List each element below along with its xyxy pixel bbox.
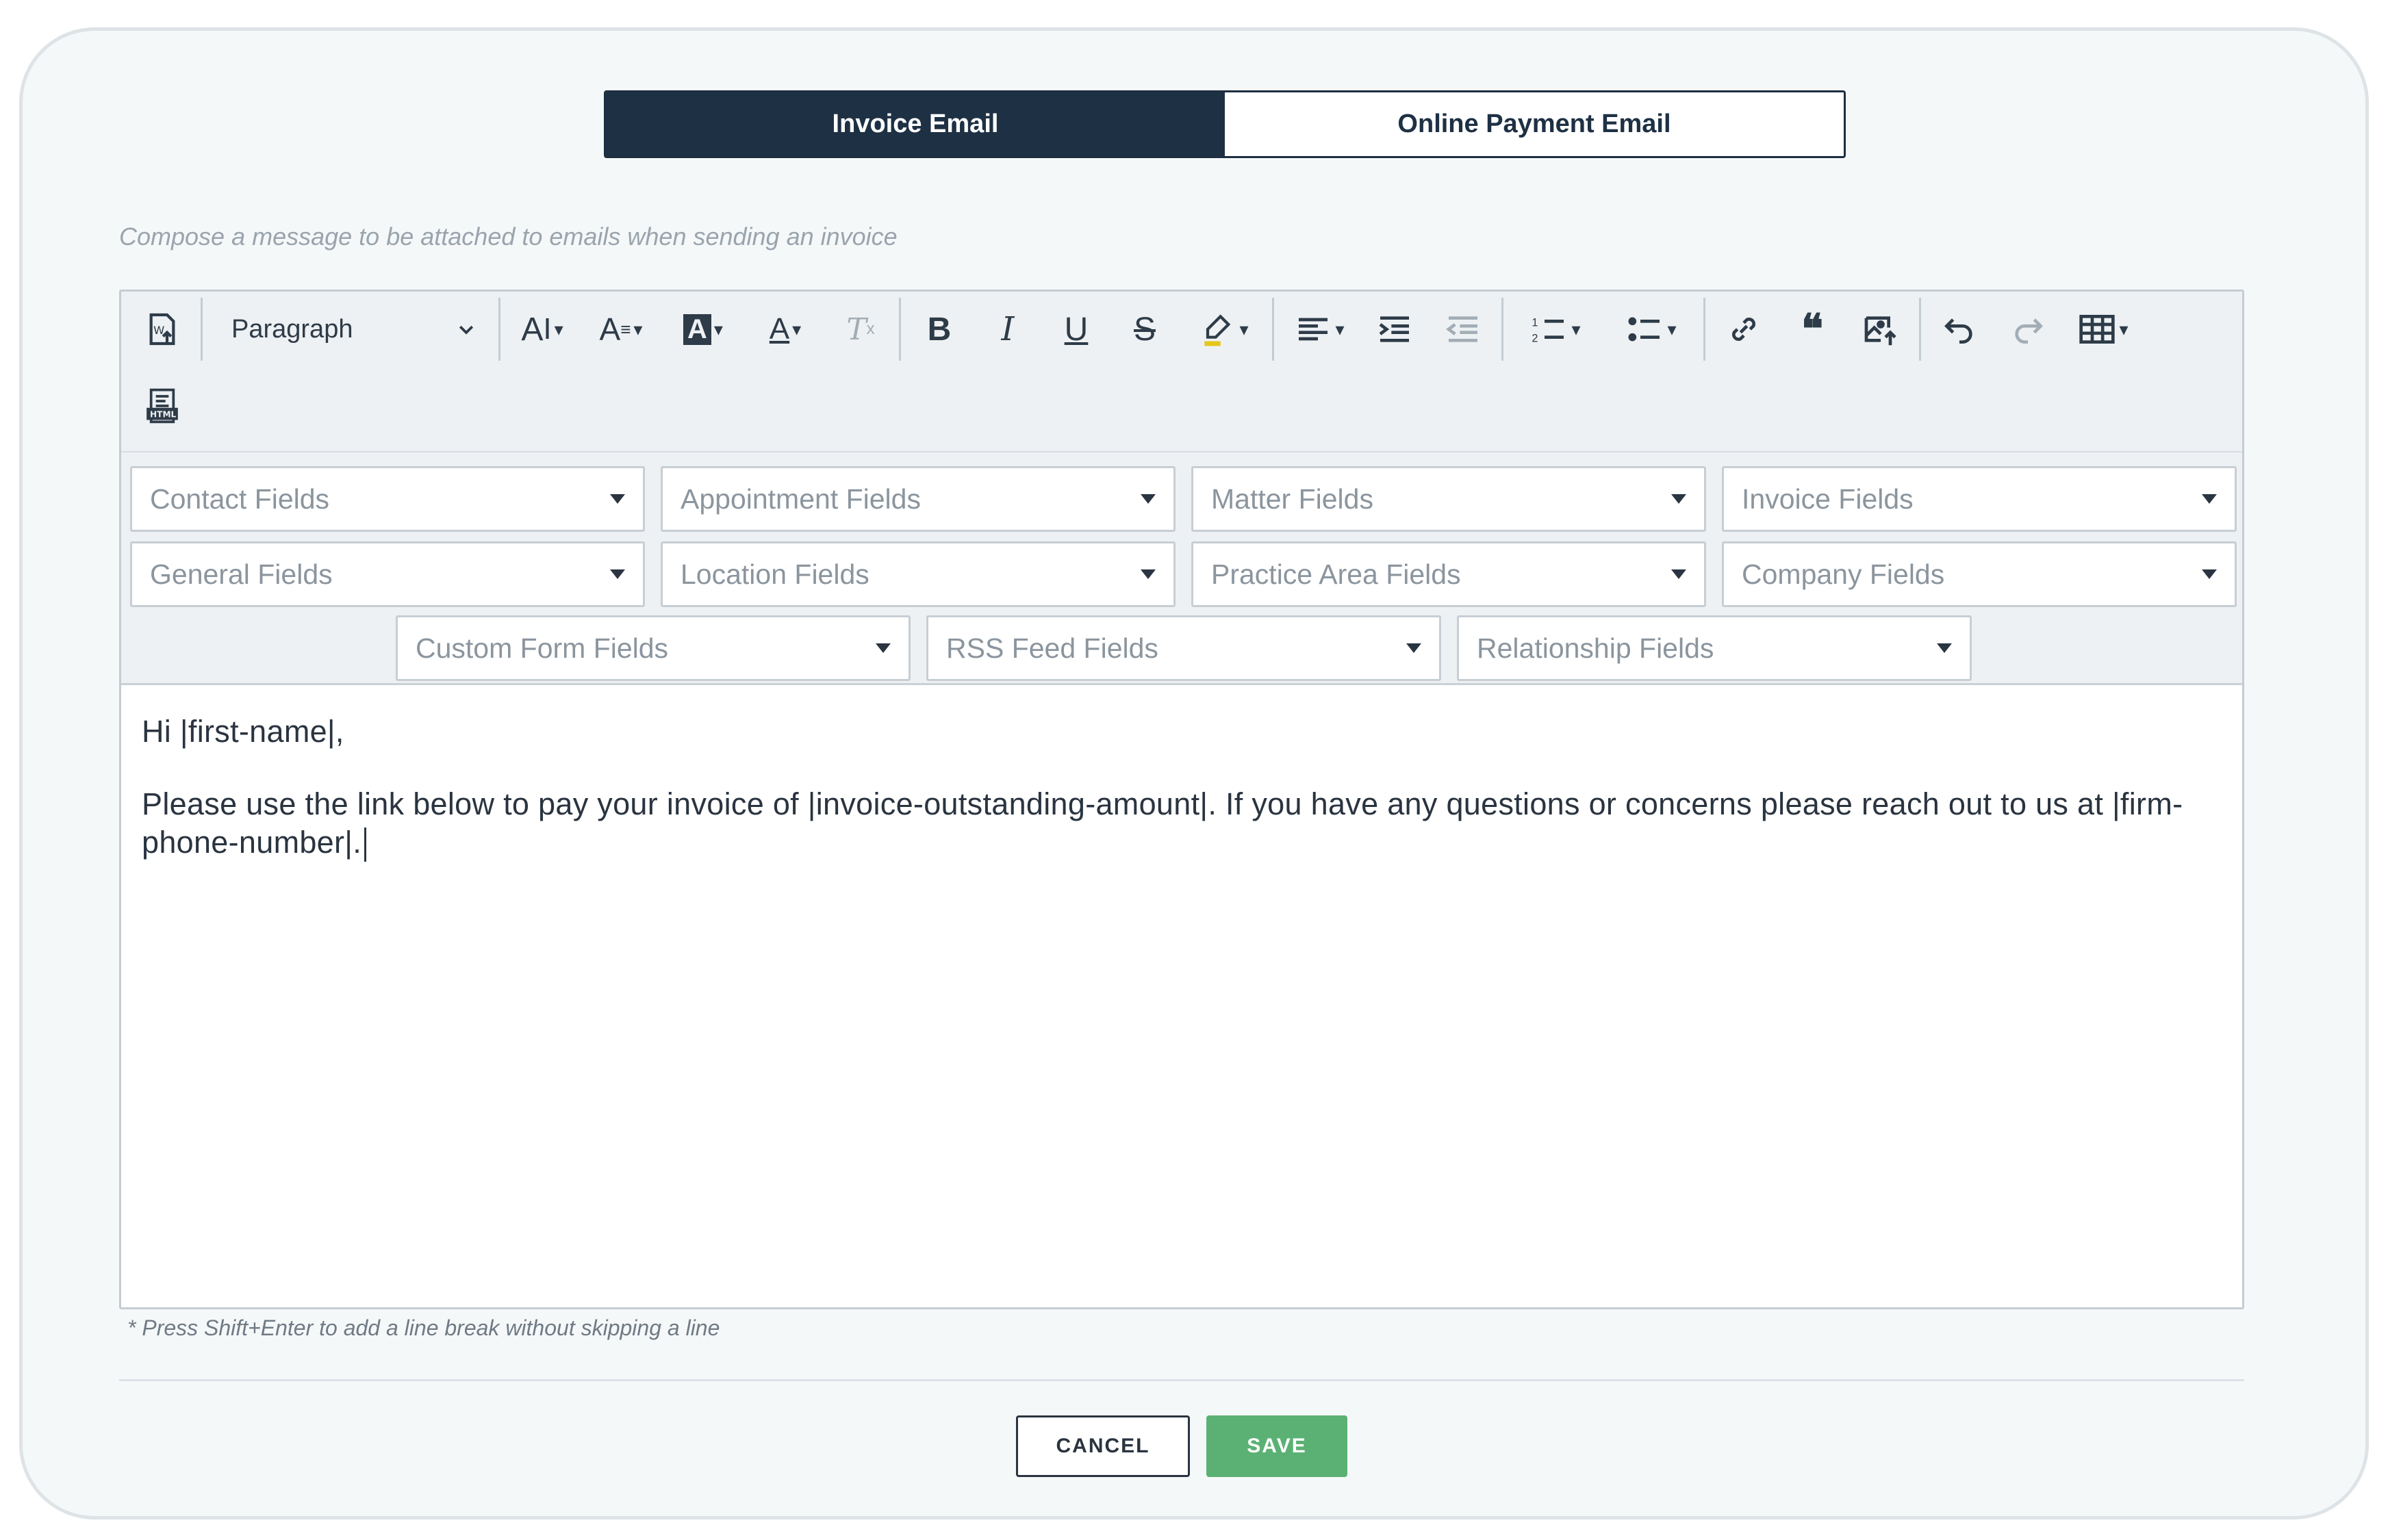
strikethrough-icon[interactable]: S [1110,298,1179,360]
invoice-fields-dropdown[interactable]: Invoice Fields [1722,466,2237,532]
paragraph-format-select[interactable]: Paragraph [207,298,494,360]
practice-area-fields-dropdown[interactable]: Practice Area Fields [1191,541,1706,607]
font-background-color-icon[interactable]: A ▾ [662,298,744,360]
save-button[interactable]: SAVE [1206,1415,1347,1477]
link-icon[interactable] [1710,298,1778,360]
numbered-list-icon[interactable]: 1 2 ▾ [1508,298,1603,360]
svg-text:HTML: HTML [150,409,176,419]
svg-text:2: 2 [1532,333,1538,345]
caret-down-icon [1406,643,1421,653]
underline-icon[interactable]: U [1042,298,1110,360]
greeting-line: Hi |first-name|, [142,714,344,749]
divider [119,1379,2244,1381]
compose-description: Compose a message to be attached to emai… [119,222,898,251]
table-icon[interactable]: ▾ [2062,298,2144,360]
bold-icon[interactable]: B [905,298,974,360]
outdent-icon[interactable] [1429,298,1497,360]
caret-down-icon [1671,569,1686,579]
caret-down-icon [610,569,625,579]
cancel-button[interactable]: CANCEL [1016,1415,1190,1477]
tab-online-payment-email[interactable]: Online Payment Email [1225,92,1844,156]
font-color-icon[interactable]: A ▾ [744,298,826,360]
email-type-tabs: Invoice Email Online Payment Email [604,90,1846,158]
blockquote-icon[interactable]: ❝ [1778,298,1846,360]
rss-feed-fields-dropdown[interactable]: RSS Feed Fields [926,615,1441,681]
highlight-icon[interactable]: ▾ [1179,298,1268,360]
text-cursor [364,827,367,862]
remove-format-icon[interactable]: Tx [826,298,895,360]
caret-down-icon [1141,569,1156,579]
relationship-fields-dropdown[interactable]: Relationship Fields [1457,615,1972,681]
general-fields-dropdown[interactable]: General Fields [130,541,645,607]
bulleted-list-icon[interactable]: ▾ [1603,298,1699,360]
editor-toolbar: W Paragraph A I ▾ A ≡ ▾ A ▾ A ▾ Tx B I U S ▾ ▾ [121,292,2242,452]
align-icon[interactable]: ▾ [1278,298,1360,360]
custom-form-fields-dropdown[interactable]: Custom Form Fields [396,615,911,681]
caret-down-icon [1671,494,1686,504]
merge-fields-panel: Contact Fields Appointment Fields Matter… [121,452,2242,685]
line-break-hint: * Press Shift+Enter to add a line break … [127,1316,720,1340]
editor-content-area[interactable]: Hi |first-name|, Please use the link bel… [121,685,2242,889]
appointment-fields-dropdown[interactable]: Appointment Fields [661,466,1176,532]
caret-down-icon [610,494,625,504]
contact-fields-dropdown[interactable]: Contact Fields [130,466,645,532]
insert-image-icon[interactable] [1846,298,1915,360]
italic-icon[interactable]: I [974,298,1042,360]
body-line: Please use the link below to pay your in… [142,785,2222,862]
redo-icon[interactable] [1994,298,2062,360]
tab-invoice-email[interactable]: Invoice Email [606,92,1225,156]
matter-fields-dropdown[interactable]: Matter Fields [1191,466,1706,532]
location-fields-dropdown[interactable]: Location Fields [661,541,1176,607]
caret-down-icon [876,643,891,653]
company-fields-dropdown[interactable]: Company Fields [1722,541,2237,607]
caret-down-icon [1937,643,1952,653]
indent-icon[interactable] [1360,298,1429,360]
caret-down-icon [2202,494,2217,504]
svg-text:1: 1 [1532,316,1538,329]
line-height-icon[interactable]: A ≡ ▾ [580,298,662,360]
chevron-down-icon [459,325,474,335]
caret-down-icon [1141,494,1156,504]
html-icon[interactable]: HTML [128,375,196,437]
paragraph-select-label: Paragraph [231,314,353,344]
import-word-icon[interactable]: W [128,298,196,360]
font-size-icon[interactable]: A I ▾ [505,298,580,360]
caret-down-icon [2202,569,2217,579]
undo-icon[interactable] [1925,298,1994,360]
rich-text-editor: W Paragraph A I ▾ A ≡ ▾ A ▾ A ▾ Tx B I U S ▾ ▾ [119,290,2244,1309]
